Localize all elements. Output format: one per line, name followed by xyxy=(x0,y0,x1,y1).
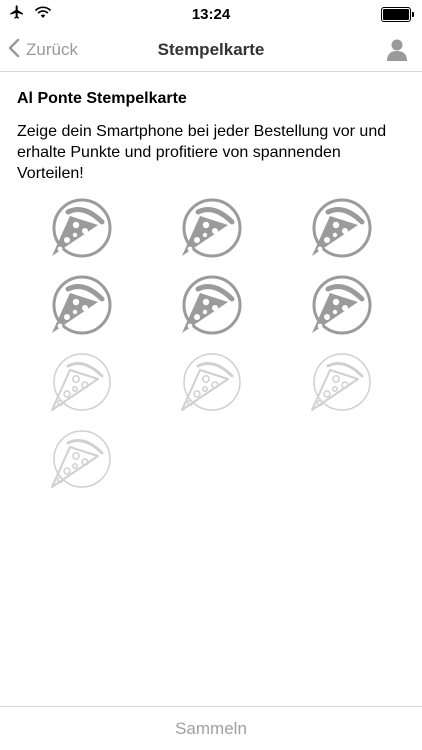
bottom-bar: Sammeln xyxy=(0,706,422,750)
pizza-stamp-empty-icon xyxy=(46,429,112,495)
navigation-bar: Zurück Stempelkarte xyxy=(0,28,422,72)
pizza-stamp-empty-icon xyxy=(176,352,242,418)
stamp-grid xyxy=(46,198,376,498)
user-profile-icon[interactable] xyxy=(384,37,410,63)
stamp-card-content: Al Ponte Stempelkarte Zeige dein Smartph… xyxy=(17,72,409,184)
status-bar: 13:24 xyxy=(0,0,422,28)
pizza-stamp-collected-icon xyxy=(46,198,112,264)
page-title: Stempelkarte xyxy=(157,40,265,59)
status-time: 13:24 xyxy=(191,6,231,23)
pizza-stamp-collected-icon xyxy=(176,198,242,264)
pizza-stamp-collected-icon xyxy=(46,275,112,341)
pizza-stamp-collected-icon xyxy=(176,275,242,341)
pizza-stamp-empty-icon xyxy=(46,352,112,418)
card-title: Al Ponte Stempelkarte xyxy=(17,90,187,107)
card-description: Zeige dein Smartphone bei jeder Bestellu… xyxy=(17,123,387,182)
pizza-stamp-collected-icon xyxy=(306,275,372,341)
collect-button[interactable]: Sammeln xyxy=(175,719,247,739)
pizza-stamp-empty-icon xyxy=(306,352,372,418)
pizza-stamp-collected-icon xyxy=(306,198,372,264)
